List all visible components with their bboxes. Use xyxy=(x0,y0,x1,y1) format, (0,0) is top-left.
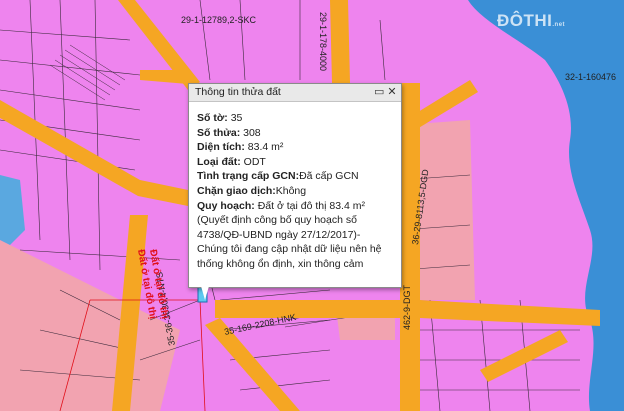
field-value: Đã cấp GCN xyxy=(299,170,359,183)
label-road-top-right: 29-1-178-4000 xyxy=(318,12,328,71)
close-icon[interactable]: ✕ xyxy=(387,84,397,101)
field-so-thua: Số thửa: 308 xyxy=(197,126,393,141)
field-tinh-trang: Tình trạng cấp GCN:Đã cấp GCN xyxy=(197,169,393,184)
field-so-to: Số tờ: 35 xyxy=(197,111,393,126)
watermark: ĐÔTHI.net xyxy=(497,11,565,31)
popup-header[interactable]: Thông tin thửa đất ▭ ✕ xyxy=(189,84,401,102)
road-right-vertical xyxy=(400,83,420,411)
field-label: Diện tích: xyxy=(197,141,245,154)
watermark-suffix: .net xyxy=(552,22,566,28)
field-label: Tình trạng cấp GCN: xyxy=(197,170,300,183)
maximize-icon[interactable]: ▭ xyxy=(374,84,384,101)
label-parcel-top: 29-1-12789,2-SKC xyxy=(181,15,257,25)
watermark-text: ĐÔTHI xyxy=(497,11,553,30)
field-loai-dat: Loại đất: ODT xyxy=(197,155,393,170)
label-parcel-right: 32-1-160476 xyxy=(565,72,616,82)
field-quy-hoach: Quy hoạch: Đất ở tại đô thị 83.4 m² xyxy=(197,199,393,214)
field-chan-giao-dich: Chặn giao dịch:Không xyxy=(197,184,393,199)
field-value: 308 xyxy=(243,126,261,139)
field-value: Đất ở tại đô thị 83.4 m² xyxy=(257,199,365,212)
label-road-bottom-right: 462-9-DGT xyxy=(402,284,412,330)
field-label: Số thửa: xyxy=(197,126,241,139)
popup-pointer xyxy=(201,286,209,300)
field-dien-tich: Diện tích: 83.4 m² xyxy=(197,140,393,155)
field-value: 35 xyxy=(230,112,243,124)
field-value: 83.4 m² xyxy=(247,141,284,154)
popup-body: Số tờ: 35 Số thửa: 308 Diện tích: 83.4 m… xyxy=(189,102,401,276)
parcel-info-popup[interactable]: Thông tin thửa đất ▭ ✕ Số tờ: 35 Số thửa… xyxy=(188,83,402,288)
field-label: Chặn giao dịch: xyxy=(197,184,276,197)
plan-note: (Quyết định công bố quy hoạch số 4738/QĐ… xyxy=(197,214,382,270)
road-top-right xyxy=(330,0,350,83)
road-bottom xyxy=(215,300,400,318)
field-label: Số tờ: xyxy=(197,112,228,124)
field-label: Quy hoạch: xyxy=(197,199,255,212)
field-value: ODT xyxy=(243,155,266,168)
field-label: Loại đất: xyxy=(197,155,241,168)
field-value: Không xyxy=(275,184,307,197)
popup-title: Thông tin thửa đất xyxy=(195,86,281,98)
